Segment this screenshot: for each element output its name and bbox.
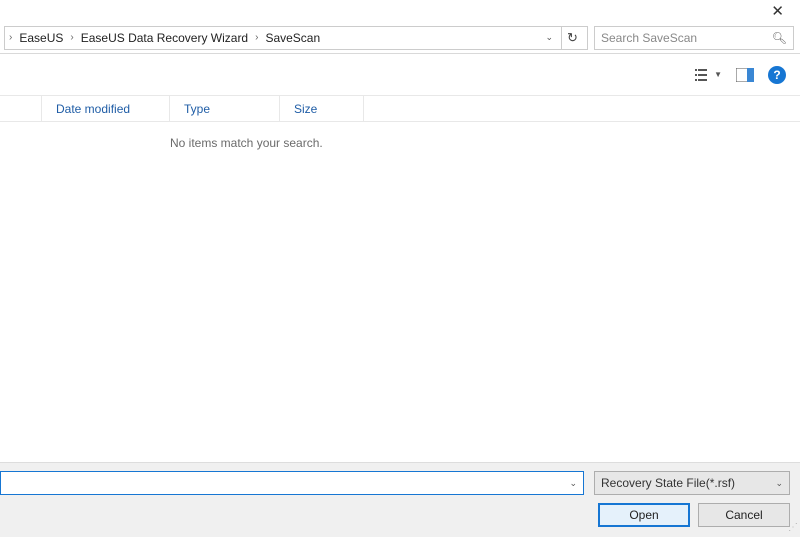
search-icon: 🔍︎ <box>772 31 787 45</box>
open-button[interactable]: Open <box>598 503 690 527</box>
close-icon[interactable]: ✕ <box>765 2 790 20</box>
column-header-size[interactable]: Size <box>280 96 364 121</box>
help-icon[interactable]: ? <box>768 66 786 84</box>
preview-pane-button[interactable] <box>736 68 754 82</box>
view-options-button[interactable]: ▼ <box>695 68 722 82</box>
list-icon <box>695 68 711 82</box>
chevron-right-icon: › <box>255 32 258 43</box>
panel-icon <box>736 68 754 82</box>
column-headers: Date modified Type Size <box>0 96 800 122</box>
column-header-date[interactable]: Date modified <box>42 96 170 121</box>
filetype-label: Recovery State File(*.rsf) <box>601 476 735 490</box>
cancel-button[interactable]: Cancel <box>698 503 790 527</box>
chevron-right-icon: › <box>9 32 12 43</box>
titlebar: ✕ <box>0 0 800 22</box>
search-placeholder: Search SaveScan <box>601 31 697 45</box>
breadcrumb-item[interactable]: EaseUS Data Recovery Wizard <box>78 29 251 47</box>
empty-message: No items match your search. <box>170 136 800 150</box>
chevron-down-icon: ⌄ <box>775 478 783 489</box>
chevron-down-icon[interactable]: ⌄ <box>569 478 577 489</box>
button-row: Open Cancel <box>0 503 790 527</box>
file-list-area: Date modified Type Size No items match y… <box>0 96 800 464</box>
resize-grip-icon[interactable]: ⋰ <box>788 525 798 535</box>
column-header-spacer <box>0 96 42 121</box>
chevron-down-icon[interactable]: ⌄ <box>541 32 557 43</box>
breadcrumb-item[interactable]: EaseUS <box>16 29 66 47</box>
column-header-type[interactable]: Type <box>170 96 280 121</box>
search-input[interactable]: Search SaveScan 🔍︎ <box>594 26 794 50</box>
navbar: › EaseUS › EaseUS Data Recovery Wizard ›… <box>0 22 800 54</box>
breadcrumb[interactable]: › EaseUS › EaseUS Data Recovery Wizard ›… <box>4 26 588 50</box>
chevron-right-icon: › <box>70 32 73 43</box>
toolbar: ▼ ? <box>0 54 800 96</box>
chevron-down-icon: ▼ <box>714 70 722 79</box>
filetype-select[interactable]: Recovery State File(*.rsf) ⌄ <box>594 471 790 495</box>
dialog-footer: ⌄ Recovery State File(*.rsf) ⌄ Open Canc… <box>0 462 800 537</box>
filename-input[interactable]: ⌄ <box>0 471 584 495</box>
refresh-icon[interactable]: ↻ <box>561 27 583 49</box>
breadcrumb-item[interactable]: SaveScan <box>262 29 323 47</box>
